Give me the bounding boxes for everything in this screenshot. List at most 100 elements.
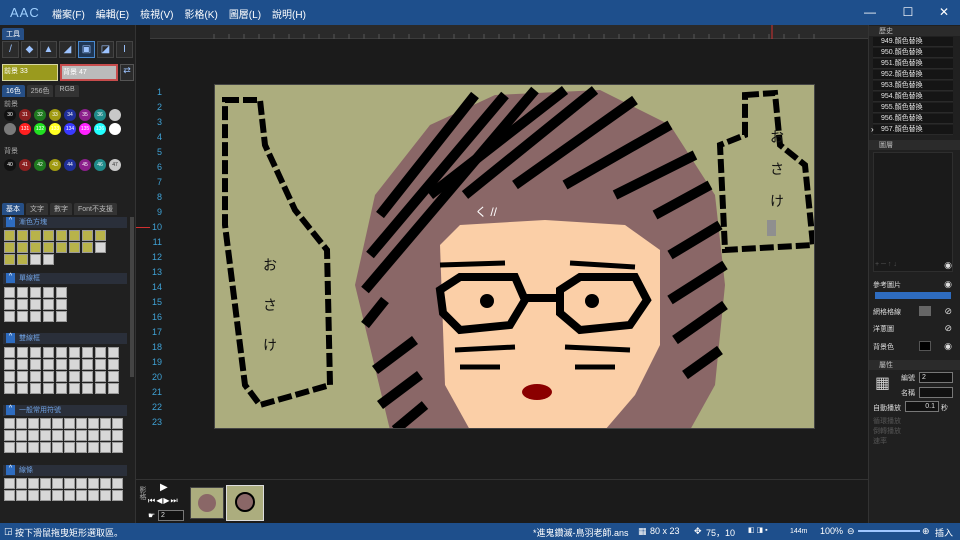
shape-cell[interactable]: [4, 383, 15, 394]
shape-cell[interactable]: [64, 490, 75, 501]
shape-cell[interactable]: [28, 490, 39, 501]
shape-cell[interactable]: [4, 299, 15, 310]
bg-eye-icon[interactable]: ◉: [944, 341, 952, 352]
color-swatch[interactable]: 35: [79, 109, 91, 121]
color-swatch[interactable]: [4, 123, 16, 135]
shape-cell[interactable]: [28, 418, 39, 429]
history-item[interactable]: 956.顏色替換: [873, 114, 953, 124]
shape-cell[interactable]: [108, 359, 119, 370]
shape-cell[interactable]: [28, 430, 39, 441]
shape-cell[interactable]: [112, 430, 123, 441]
history-item[interactable]: 951.顏色替換: [873, 59, 953, 69]
color-swatch[interactable]: 133: [49, 123, 61, 135]
shape-cell[interactable]: [28, 478, 39, 489]
shape-cell[interactable]: [4, 418, 15, 429]
shape-cell[interactable]: [76, 490, 87, 501]
history-item[interactable]: 955.顏色替換: [873, 103, 953, 113]
shape-cell[interactable]: [64, 442, 75, 453]
ref-image-dropdown[interactable]: [875, 292, 951, 299]
grid-color-swatch[interactable]: [919, 306, 931, 316]
shape-cell[interactable]: [88, 478, 99, 489]
shape-cell[interactable]: [112, 442, 123, 453]
onion-eye-off-icon[interactable]: ⊘: [944, 323, 952, 334]
shape-cell[interactable]: [17, 254, 28, 265]
shape-cell[interactable]: [69, 230, 80, 241]
shape-cell[interactable]: [56, 299, 67, 310]
shape-cell[interactable]: [4, 347, 15, 358]
shape-cell[interactable]: [4, 359, 15, 370]
color-swatch[interactable]: 36: [94, 109, 106, 121]
shape-cell[interactable]: [56, 371, 67, 382]
shape-cell[interactable]: [52, 418, 63, 429]
shape-cell[interactable]: [17, 371, 28, 382]
shape-cell[interactable]: [95, 347, 106, 358]
tab-rgb[interactable]: RGB: [55, 85, 79, 97]
frame-count-field[interactable]: 2: [158, 510, 184, 521]
shape-cell[interactable]: [4, 242, 15, 253]
bg-color-swatch[interactable]: [919, 341, 931, 351]
pen-tool-button[interactable]: /: [2, 41, 19, 58]
shape-cell[interactable]: [30, 254, 41, 265]
color-swatch[interactable]: 40: [4, 159, 16, 171]
shape-cell[interactable]: [40, 418, 51, 429]
shape-cell[interactable]: [16, 490, 27, 501]
fill-tool-button[interactable]: ◆: [21, 41, 38, 58]
shape-cell[interactable]: [76, 430, 87, 441]
shape-cell[interactable]: [30, 359, 41, 370]
shape-cell[interactable]: [112, 490, 123, 501]
shape-cell[interactable]: [112, 418, 123, 429]
shape-cell[interactable]: [95, 230, 106, 241]
color-swatch[interactable]: 44: [64, 159, 76, 171]
grid-eye-off-icon[interactable]: ⊘: [944, 306, 952, 317]
color-swatch[interactable]: 45: [79, 159, 91, 171]
shape-cell[interactable]: [82, 347, 93, 358]
zoom-slider[interactable]: [858, 530, 920, 532]
shape-cell[interactable]: [52, 490, 63, 501]
tab-numbers[interactable]: 數字: [50, 203, 72, 215]
shape-cell[interactable]: [95, 371, 106, 382]
shape-cell[interactable]: [69, 371, 80, 382]
shape-cell[interactable]: [30, 299, 41, 310]
free-select-tool-button[interactable]: ◪: [97, 41, 114, 58]
color-swatch[interactable]: 46: [94, 159, 106, 171]
stamp-tool-button[interactable]: ▲: [40, 41, 57, 58]
menu-layer[interactable]: 圖層(L): [229, 6, 261, 21]
menu-file[interactable]: 檔案(F): [52, 6, 85, 21]
shape-cell[interactable]: [88, 418, 99, 429]
shape-cell[interactable]: [69, 347, 80, 358]
shape-cell[interactable]: [43, 311, 54, 322]
shape-cell[interactable]: [69, 242, 80, 253]
shape-cell[interactable]: [30, 311, 41, 322]
ref-image-eye-icon[interactable]: ◉: [944, 279, 952, 290]
color-swatch[interactable]: 41: [19, 159, 31, 171]
tab-tools[interactable]: 工具: [2, 28, 24, 40]
history-item[interactable]: 952.顏色替換: [873, 70, 953, 80]
category-single-line-frame[interactable]: 單線框: [3, 273, 127, 284]
shape-cell[interactable]: [30, 230, 41, 241]
shape-cell[interactable]: [52, 430, 63, 441]
shape-cell[interactable]: [100, 430, 111, 441]
color-swatch[interactable]: 135: [79, 123, 91, 135]
shape-cell[interactable]: [17, 242, 28, 253]
shape-cell[interactable]: [88, 430, 99, 441]
maximize-button[interactable]: ☐: [898, 4, 918, 20]
tab-16-colors[interactable]: 16色: [2, 85, 25, 97]
shape-cell[interactable]: [82, 359, 93, 370]
category-lines[interactable]: 線條: [3, 465, 127, 476]
tab-text[interactable]: 文字: [26, 203, 48, 215]
shape-cell[interactable]: [43, 254, 54, 265]
color-swatch[interactable]: 131: [19, 123, 31, 135]
shape-cell[interactable]: [108, 347, 119, 358]
shape-cell[interactable]: [4, 254, 15, 265]
shape-cell[interactable]: [82, 242, 93, 253]
shape-cell[interactable]: [43, 287, 54, 298]
shape-cell[interactable]: [64, 430, 75, 441]
shape-cell[interactable]: [4, 442, 15, 453]
zoom-in-icon[interactable]: ⊕: [922, 526, 930, 537]
shape-cell[interactable]: [17, 287, 28, 298]
category-double-line-frame[interactable]: 雙線框: [3, 333, 127, 344]
shape-cell[interactable]: [30, 287, 41, 298]
shape-cell[interactable]: [43, 371, 54, 382]
shape-cell[interactable]: [40, 490, 51, 501]
shape-cell[interactable]: [30, 371, 41, 382]
